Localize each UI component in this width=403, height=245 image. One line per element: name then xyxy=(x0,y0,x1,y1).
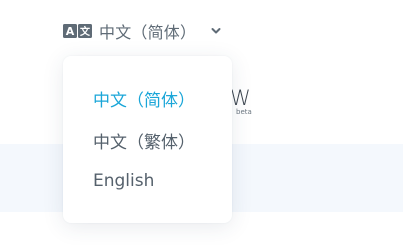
language-option-english[interactable]: English xyxy=(93,171,154,191)
svg-text:A: A xyxy=(66,25,75,38)
language-option-zh-hans[interactable]: 中文（简体） xyxy=(93,86,195,111)
language-dropdown: 中文（简体） 中文（繁体） English xyxy=(63,56,232,223)
language-switcher[interactable]: A 文 中文（简体） xyxy=(63,20,222,42)
page: W beta A 文 中文（简体） 中文（简体） 中文（繁体） English xyxy=(0,0,403,245)
beta-badge: beta xyxy=(236,108,252,116)
translate-icon: A 文 xyxy=(63,23,93,39)
svg-text:文: 文 xyxy=(80,25,91,38)
language-option-zh-hant[interactable]: 中文（繁体） xyxy=(93,128,195,153)
current-language-label: 中文（简体） xyxy=(99,23,197,42)
chevron-down-icon xyxy=(210,25,222,37)
logo-fragment: W xyxy=(230,86,251,110)
